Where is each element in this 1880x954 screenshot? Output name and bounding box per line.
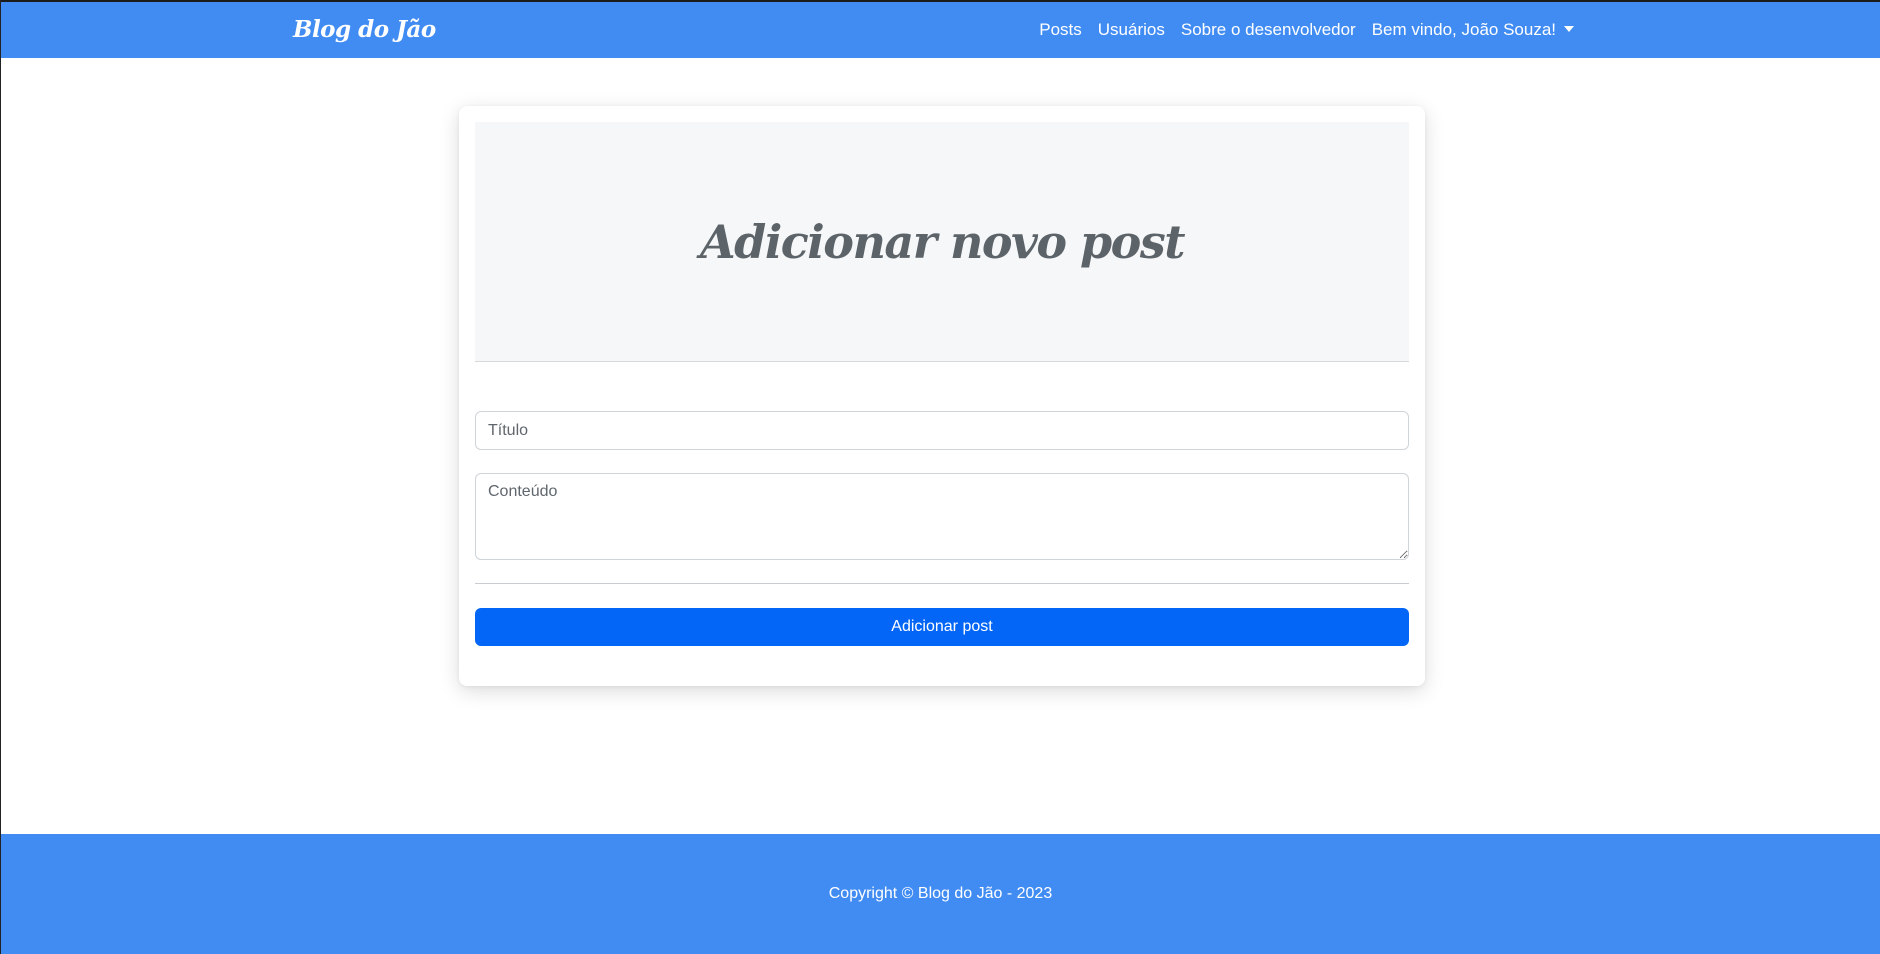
title-input[interactable] xyxy=(475,411,1409,450)
nav-link-posts[interactable]: Posts xyxy=(1031,20,1090,40)
add-post-button[interactable]: Adicionar post xyxy=(475,608,1409,646)
user-menu-label: Bem vindo, João Souza! xyxy=(1371,20,1556,39)
user-menu-dropdown[interactable]: Bem vindo, João Souza! xyxy=(1364,20,1582,40)
content-textarea[interactable] xyxy=(475,473,1409,560)
page-title: Adicionar novo post xyxy=(699,214,1186,269)
brand-logo[interactable]: Blog do Jão xyxy=(293,16,436,43)
chevron-down-icon xyxy=(1564,26,1574,32)
form-divider xyxy=(475,583,1409,584)
nav-links: Posts Usuários Sobre o desenvolvedor Bem… xyxy=(1031,20,1582,40)
nav-link-sobre[interactable]: Sobre o desenvolvedor xyxy=(1173,20,1364,40)
footer: Copyright © Blog do Jão - 2023 xyxy=(1,834,1880,954)
card-header: Adicionar novo post xyxy=(475,122,1409,362)
footer-copyright: Copyright © Blog do Jão - 2023 xyxy=(828,885,1053,902)
nav-link-usuarios[interactable]: Usuários xyxy=(1090,20,1173,40)
top-navbar: Blog do Jão Posts Usuários Sobre o desen… xyxy=(1,0,1880,58)
add-post-card: Adicionar novo post Adicionar post xyxy=(459,106,1425,686)
